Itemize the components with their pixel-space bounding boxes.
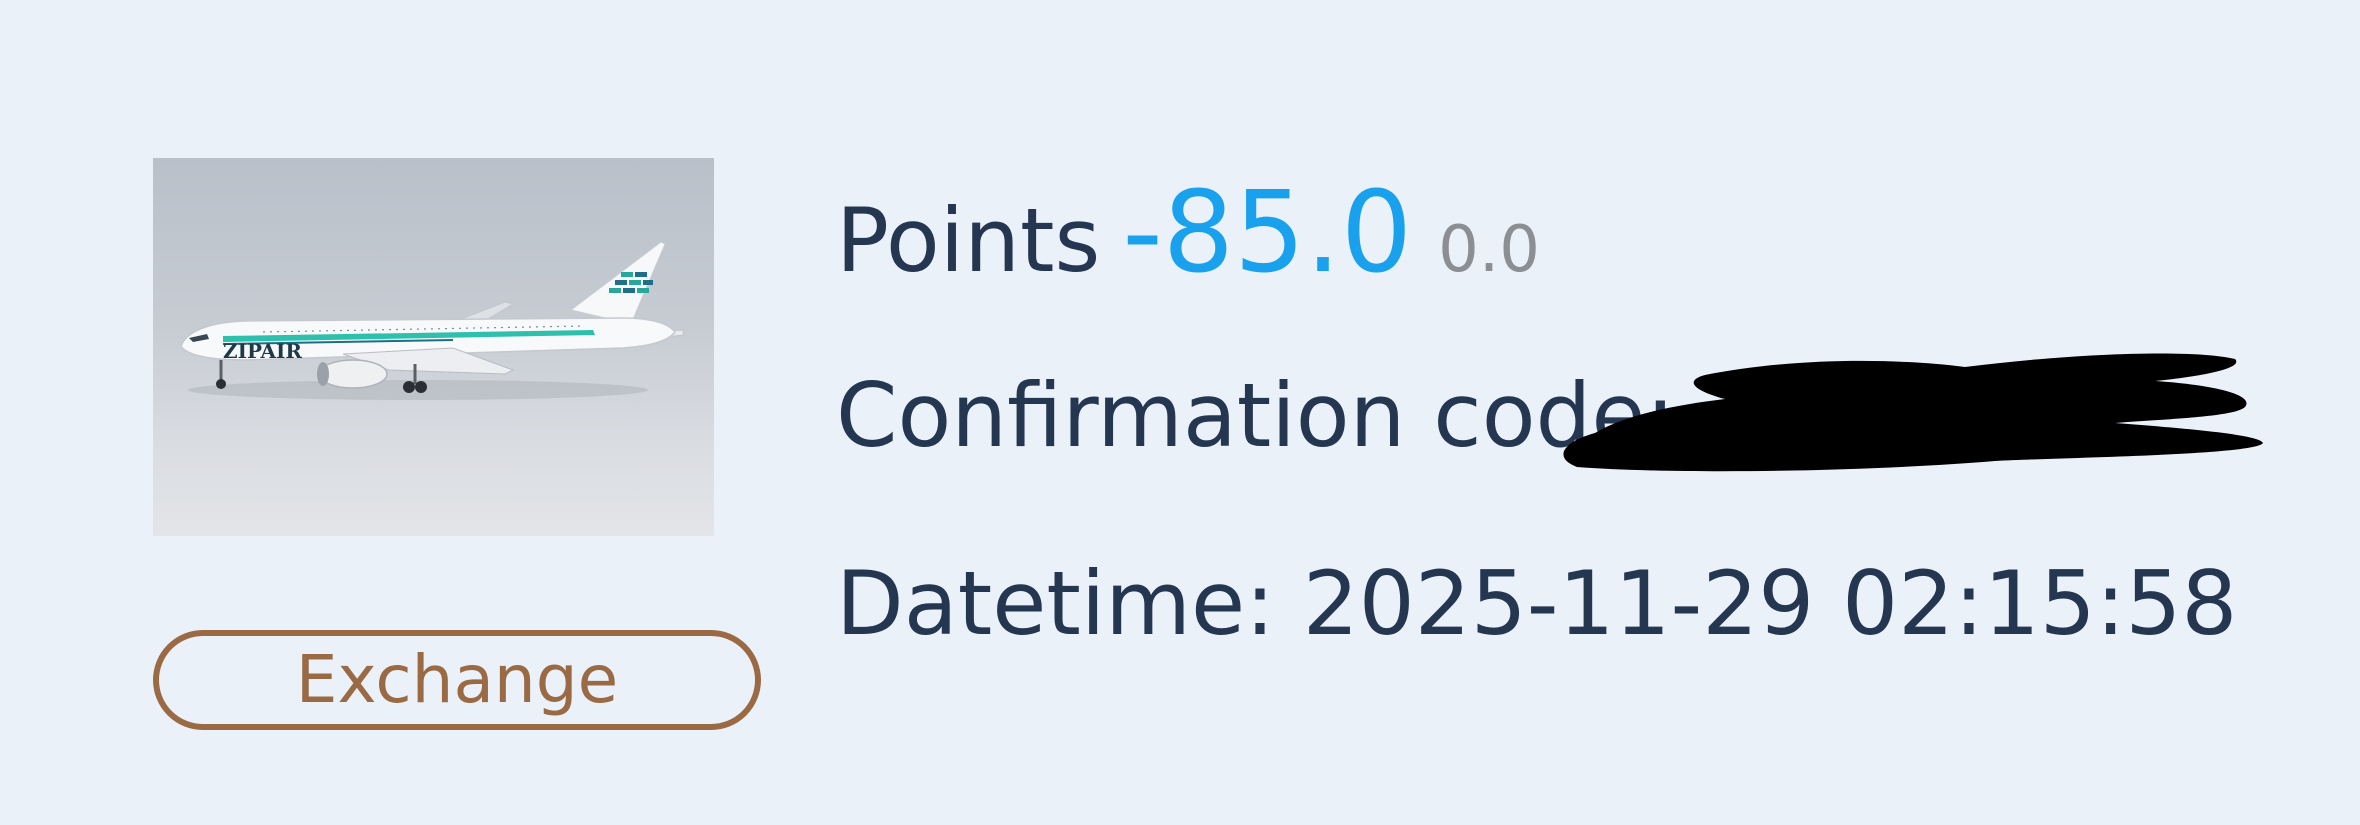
datetime-label: Datetime: — [836, 552, 1275, 655]
points-row: Points -85.0 0.0 — [836, 168, 1540, 298]
confirmation-code-label: Confirmation code: — [836, 364, 1676, 467]
confirmation-code-row: Confirmation code: — [836, 364, 1675, 467]
datetime-value: 2025-11-29 02:15:58 — [1302, 552, 2238, 655]
points-secondary-value: 0.0 — [1438, 213, 1540, 287]
redaction-mark — [1563, 353, 2263, 472]
points-label: Points — [836, 189, 1101, 292]
datetime-row: Datetime: 2025-11-29 02:15:58 — [836, 552, 2237, 655]
exchange-record-card: ZIPAIR Exchange Points -85.0 0.0 Confirmat… — [0, 0, 2360, 825]
exchange-button[interactable]: Exchange — [153, 630, 761, 730]
svg-text:ZIPAIR: ZIPAIR — [223, 339, 302, 363]
points-value: -85.0 — [1122, 168, 1413, 298]
product-image[interactable]: ZIPAIR — [153, 158, 714, 536]
airplane-icon: ZIPAIR — [180, 241, 684, 400]
